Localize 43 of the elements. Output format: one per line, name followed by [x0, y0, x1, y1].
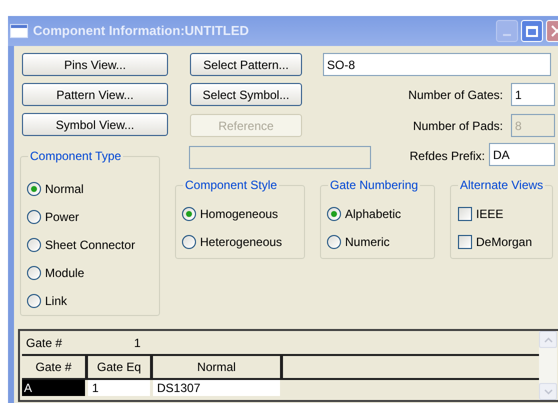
radio-label: Normal — [45, 181, 84, 198]
radio-button[interactable] — [27, 182, 41, 196]
radio-button[interactable] — [27, 266, 41, 280]
dialog-button[interactable]: Pattern View... — [22, 83, 168, 106]
window-icon — [10, 24, 28, 38]
radio-button[interactable] — [182, 235, 196, 249]
radio-label: Module — [45, 265, 84, 282]
dialog-button[interactable]: Pins View... — [22, 53, 168, 76]
text-field[interactable]: DA — [489, 143, 555, 166]
window-title: Component Information:UNTITLED — [33, 22, 250, 40]
field-label: Number of Gates: — [408, 86, 503, 104]
radio-label: Heterogeneous — [200, 234, 282, 251]
group-title: Gate Numbering — [328, 177, 420, 193]
checkbox-label: DeMorgan — [476, 234, 532, 251]
radio-label: Alphabetic — [345, 206, 402, 223]
radio-button[interactable] — [327, 235, 341, 249]
field-label: Number of Pads: — [412, 118, 503, 134]
radio-label: Homogeneous — [200, 206, 278, 223]
radio-button[interactable] — [27, 238, 41, 252]
radio-button[interactable] — [327, 207, 341, 221]
gate-value: 1 — [134, 335, 141, 352]
dialog-button[interactable]: Select Symbol... — [190, 83, 302, 106]
group-title: Component Style — [183, 177, 280, 193]
text-field[interactable]: SO-8 — [323, 53, 551, 76]
radio-label: Power — [45, 209, 80, 226]
dialog-button[interactable]: Select Pattern... — [190, 53, 302, 76]
field-label: Refdes Prefix: — [410, 148, 485, 165]
gate-label: Gate # — [26, 335, 64, 352]
radio-label: Numeric — [345, 234, 390, 251]
maximize-icon[interactable] — [521, 20, 543, 42]
table-cell[interactable]: 1 — [88, 380, 153, 396]
radio-button[interactable] — [27, 210, 41, 224]
table-cell[interactable]: A — [22, 380, 88, 396]
checkbox-label: IEEE — [476, 206, 504, 223]
text-field[interactable]: 1 — [511, 83, 555, 106]
checkbox[interactable] — [458, 207, 472, 221]
radio-button[interactable] — [27, 294, 41, 308]
radio-label: Link — [45, 293, 68, 310]
checkbox[interactable] — [458, 235, 472, 249]
table-cell[interactable]: DS1307 — [153, 380, 283, 396]
radio-label: Sheet Connector — [45, 237, 136, 254]
radio-button[interactable] — [182, 207, 196, 221]
dialog-button[interactable]: Symbol View... — [22, 113, 168, 136]
